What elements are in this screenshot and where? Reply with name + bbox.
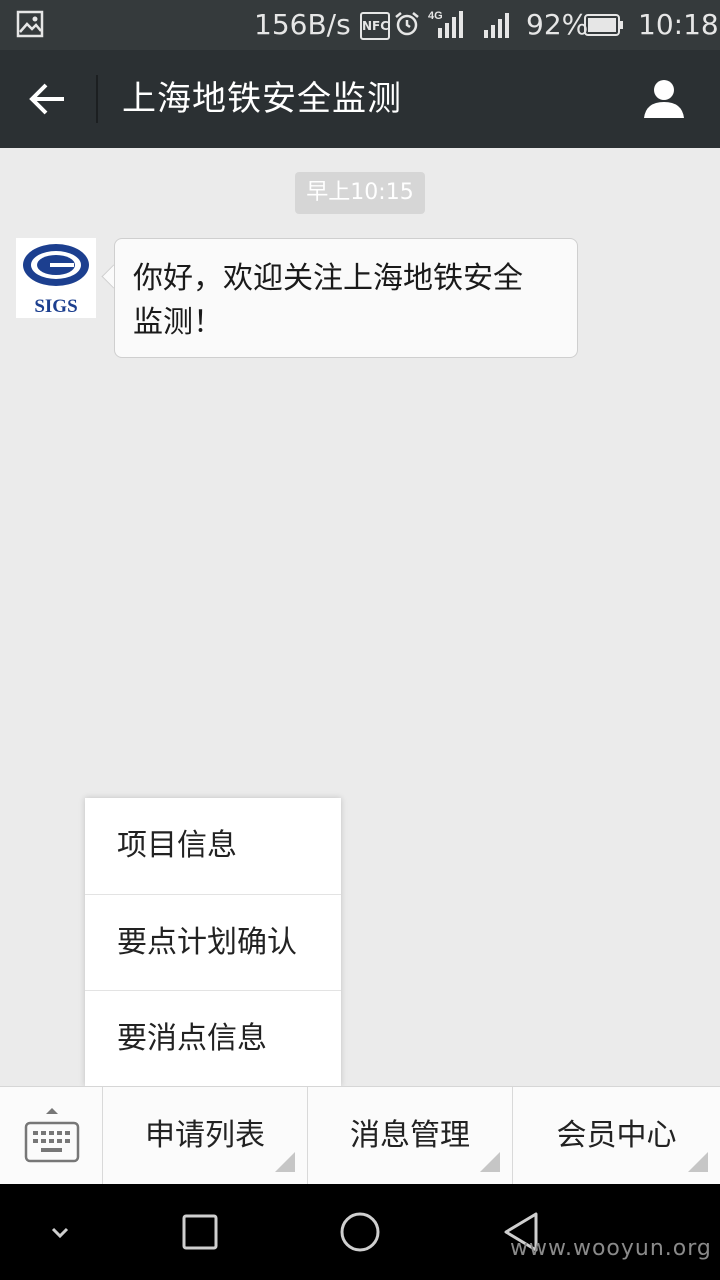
arrow-left-icon[interactable] bbox=[18, 72, 78, 126]
submenu-popup: 项目信息 要点计划确认 要消点信息 bbox=[85, 798, 341, 1086]
square-icon[interactable] bbox=[180, 1212, 220, 1252]
network-speed: 156B/s bbox=[254, 8, 351, 41]
submenu-indicator-icon bbox=[688, 1152, 708, 1172]
clock: 10:18 bbox=[638, 8, 719, 41]
submenu-indicator-icon bbox=[480, 1152, 500, 1172]
system-nav-bar bbox=[0, 1184, 720, 1280]
person-icon[interactable] bbox=[634, 72, 694, 126]
image-icon bbox=[16, 10, 44, 38]
app-header: 上海地铁安全监测 bbox=[0, 50, 720, 148]
submenu-indicator-icon bbox=[275, 1152, 295, 1172]
watermark: www.wooyun.org bbox=[510, 1236, 712, 1261]
page-title: 上海地铁安全监测 bbox=[122, 79, 402, 119]
message-bubble[interactable]: 你好，欢迎关注上海地铁安全 监测！ bbox=[114, 238, 578, 358]
battery-icon bbox=[584, 14, 623, 36]
menu-tab-message-manage-label: 消息管理 bbox=[350, 1118, 470, 1153]
signal-4g-icon: 4G bbox=[428, 10, 463, 38]
submenu-item-cancel-info[interactable]: 要消点信息 bbox=[85, 990, 341, 1086]
menu-tab-apply-list-label: 申请列表 bbox=[145, 1118, 265, 1153]
keyboard-toggle-button[interactable] bbox=[0, 1087, 103, 1184]
battery-percent: 92% bbox=[526, 8, 589, 41]
submenu-item-plan-confirm[interactable]: 要点计划确认 bbox=[85, 894, 341, 990]
header-divider bbox=[96, 75, 98, 123]
circle-icon[interactable] bbox=[338, 1210, 382, 1254]
alarm-icon bbox=[395, 12, 419, 36]
signal-icon bbox=[484, 13, 509, 38]
menu-tab-member-center-label: 会员中心 bbox=[556, 1118, 677, 1153]
menu-tab-member-center[interactable]: 会员中心 bbox=[513, 1087, 720, 1184]
menu-tab-message-manage[interactable]: 消息管理 bbox=[308, 1087, 513, 1184]
avatar-logo-text: SIGS bbox=[34, 296, 77, 317]
avatar[interactable]: SIGS bbox=[16, 238, 96, 318]
chevron-down-icon[interactable] bbox=[44, 1212, 76, 1252]
message-timestamp: 早上10:15 bbox=[295, 172, 425, 214]
keyboard-icon bbox=[24, 1108, 80, 1163]
network-type-label: 4G bbox=[428, 10, 443, 22]
status-bar: 156B/s NFC 4G 92% 10:18 bbox=[0, 0, 720, 50]
menu-tab-apply-list[interactable]: 申请列表 bbox=[103, 1087, 308, 1184]
bottom-menu-bar: 申请列表 消息管理 会员中心 bbox=[0, 1086, 720, 1184]
message-line-2: 监测！ bbox=[133, 305, 223, 340]
submenu-item-project-info[interactable]: 项目信息 bbox=[85, 798, 341, 894]
message-line-1: 你好，欢迎关注上海地铁安全 bbox=[133, 261, 523, 296]
nfc-icon: NFC bbox=[360, 12, 390, 40]
